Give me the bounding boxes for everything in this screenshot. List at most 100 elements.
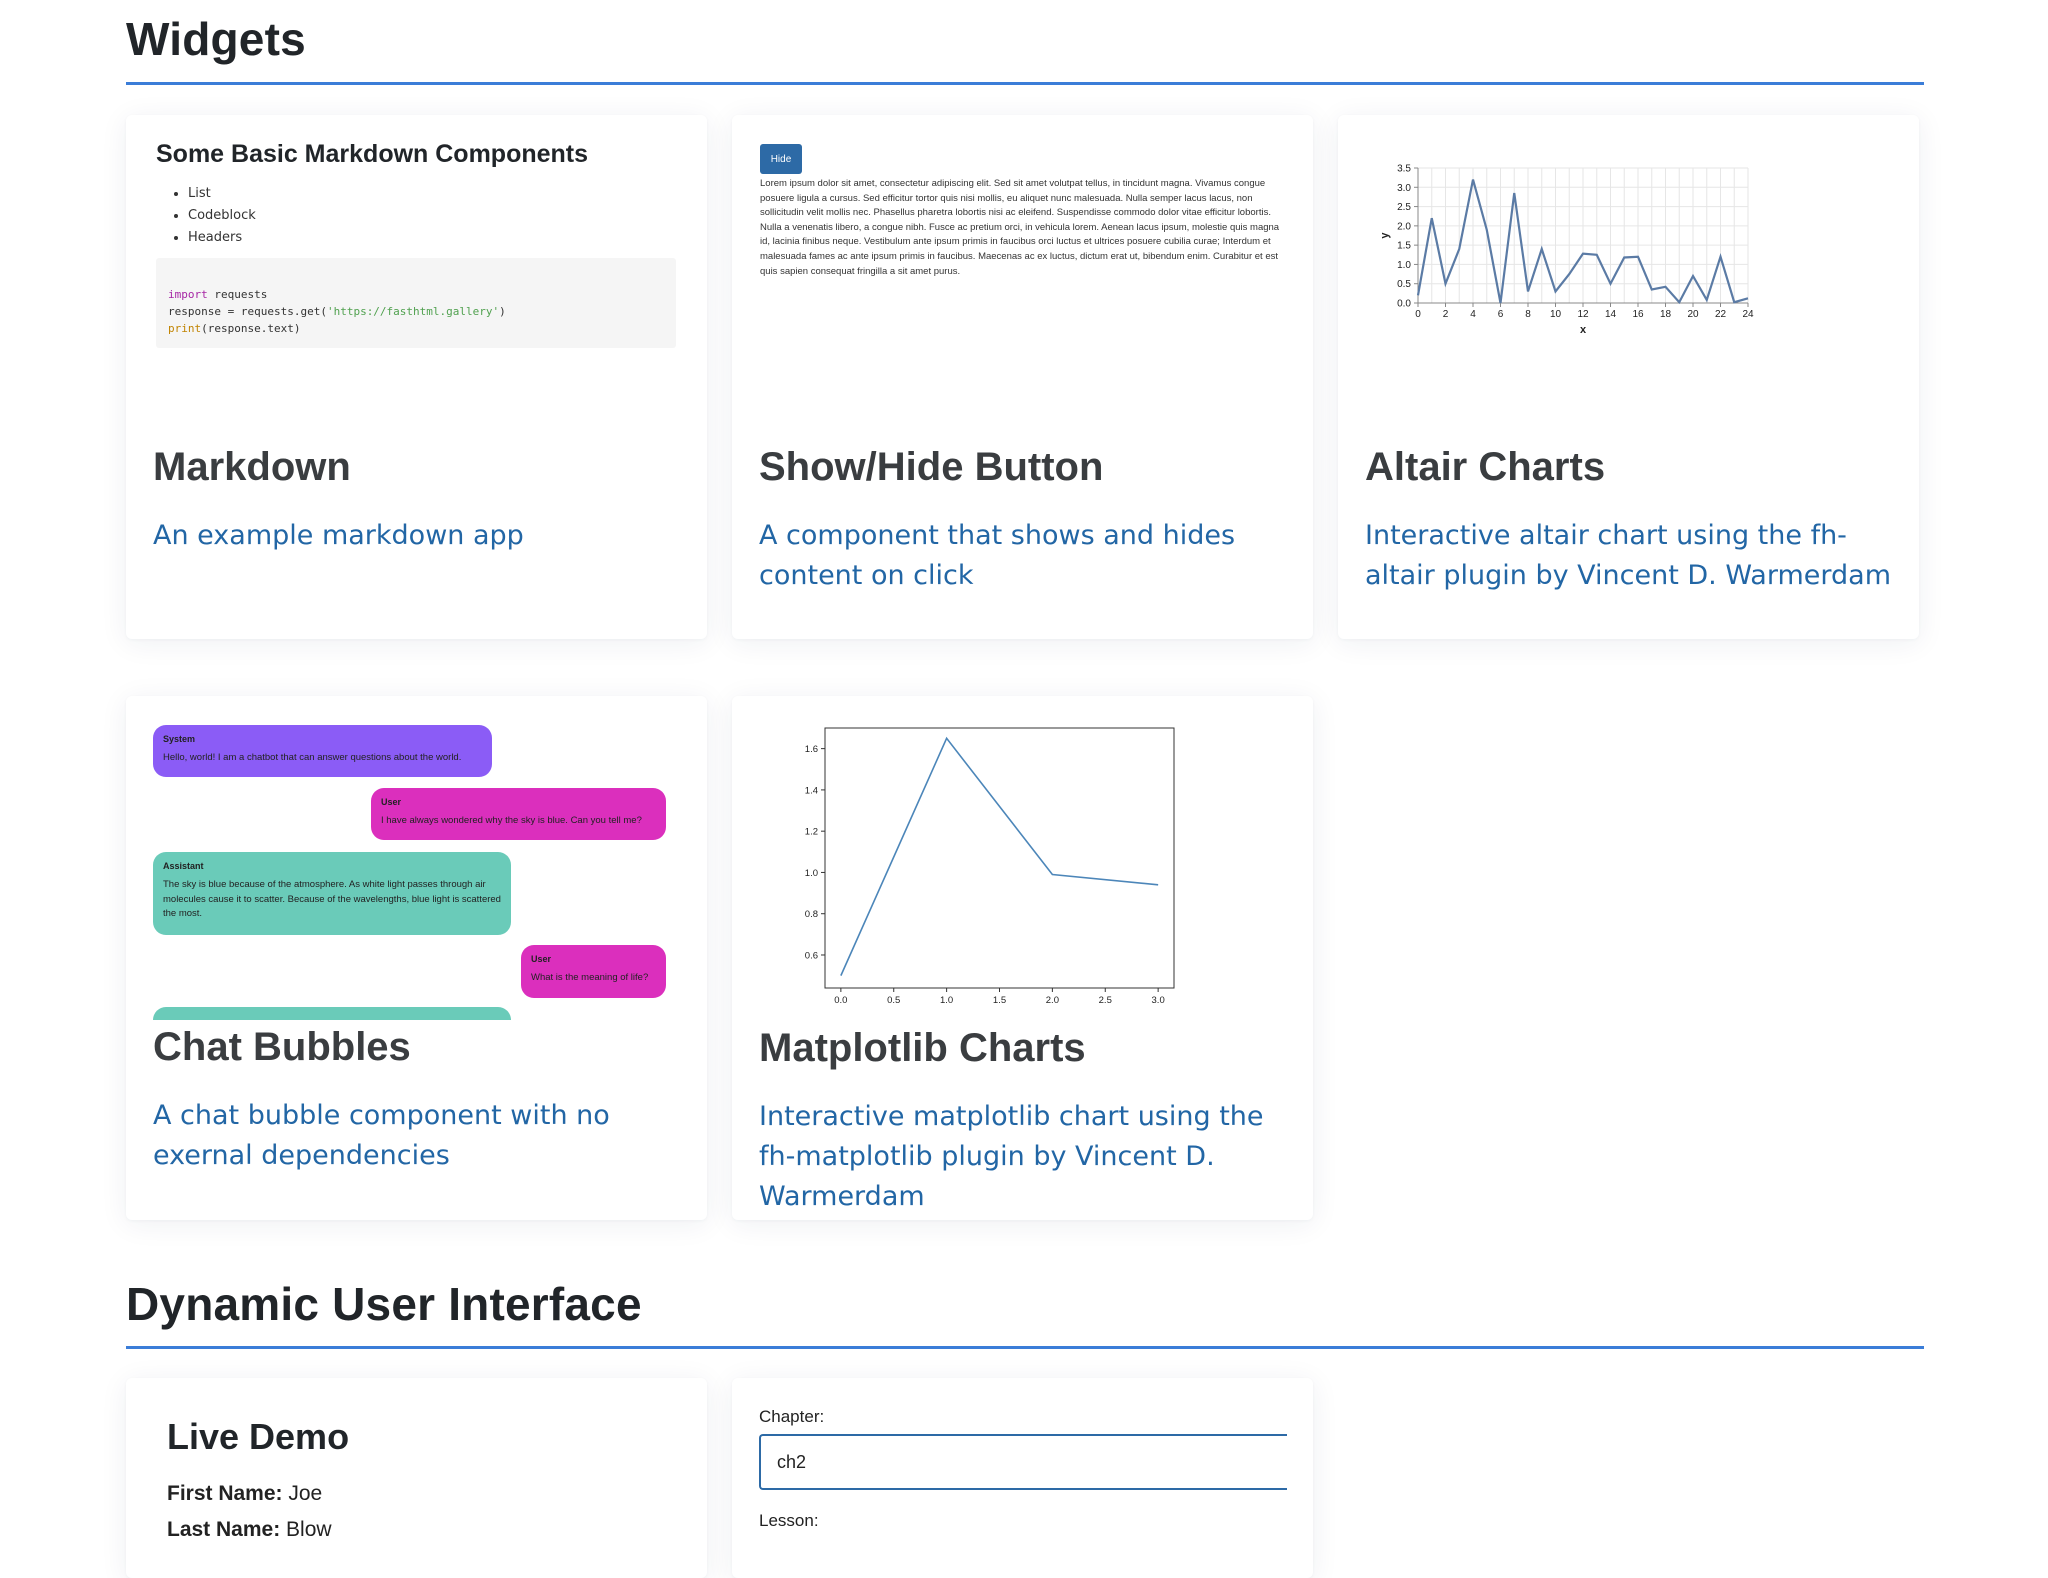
altair-y-tick-label: 3.5 [1397,164,1411,175]
card-live-demo: Live Demo First Name: Joe Last Name: Blo… [126,1378,707,1578]
altair-x-tick-label: 12 [1577,309,1589,320]
matplotlib-y-tick-label: 0.8 [805,909,818,920]
chat-role: User [381,797,402,807]
matplotlib-x-tick-label: 2.0 [1046,995,1059,1006]
last-name-label: Last Name: [167,1518,281,1541]
code-text: (response.text) [201,322,301,335]
last-name-value: Blow [286,1518,332,1541]
altair-x-tick-label: 0 [1415,309,1421,320]
first-name-row: First Name: Joe [167,1482,322,1506]
markdown-preview-heading: Some Basic Markdown Components [156,140,589,168]
markdown-preview-list: List Codeblock Headers [174,183,256,249]
card-title[interactable]: Show/Hide Button [759,445,1103,490]
matplotlib-x-tick-label: 1.0 [940,995,953,1006]
code-text: requests [207,288,268,301]
chat-role: System [163,734,196,744]
hide-button[interactable]: Hide [760,144,802,174]
altair-y-tick-label: 0.0 [1397,299,1411,310]
chat-message: The sky is blue because of the atmospher… [163,879,501,919]
card-description-link[interactable]: An example markdown app [153,516,683,556]
show-hide-preview-image: Hide Lorem ipsum dolor sit amet, consect… [732,115,1313,445]
first-name-value: Joe [288,1482,323,1505]
card-chapter-form: Chapter: Lesson: [732,1378,1313,1578]
chat-message: I have always wondered why the sky is bl… [381,815,642,826]
card-title[interactable]: Altair Charts [1365,445,1605,490]
chat-bubble-user: User What is the meaning of life? [521,945,666,998]
markdown-preview-image: Some Basic Markdown Components List Code… [126,115,707,445]
lesson-label: Lesson: [759,1511,819,1530]
altair-x-tick-label: 10 [1550,309,1562,320]
chat-bubble-system: System Hello, world! I am a chatbot that… [153,725,492,777]
altair-x-tick-label: 24 [1742,309,1754,320]
altair-y-tick-label: 3.0 [1397,183,1411,194]
altair-x-tick-label: 22 [1715,309,1727,320]
altair-x-label: x [1580,324,1587,336]
matplotlib-axes: 0.0 0.5 1.0 1.5 2.0 2.5 3.0 0.6 0.8 1.0 1.2 1.4 1.6 [805,727,1175,1006]
altair-x-tick-label: 6 [1498,309,1504,320]
matplotlib-frame [824,727,1175,989]
markdown-preview-codeblock: import requests response = requests.get(… [156,258,676,348]
chat-bubble-assistant: Assistant The sky is blue because of the… [153,852,511,935]
matplotlib-chart: 0.0 0.5 1.0 1.5 2.0 2.5 3.0 0.6 0.8 1.0 1.2 1.4 1.6 [805,727,1175,1006]
altair-y-tick-label: 2.5 [1397,202,1411,213]
card-altair[interactable]: 0 2 4 6 8 10 12 14 16 18 20 22 24 0.0 0.5 1.0 1.5 2.0 2.5 3… [1338,115,1919,639]
altair-y-tick-label: 1.5 [1397,241,1411,252]
last-name-row: Last Name: Blow [167,1518,332,1542]
chapter-input[interactable] [759,1434,1287,1490]
altair-x-tick-label: 20 [1687,309,1699,320]
matplotlib-y-tick-label: 1.4 [805,785,818,796]
chat-bubble-assistant [153,1007,511,1020]
card-show-hide[interactable]: Hide Lorem ipsum dolor sit amet, consect… [732,115,1313,639]
altair-x-tick-label: 18 [1660,309,1672,320]
first-name-label: First Name: [167,1482,283,1505]
matplotlib-y-tick-label: 1.0 [805,868,818,879]
chapter-label: Chapter: [759,1407,825,1426]
altair-y-tick-label: 2.0 [1397,221,1411,232]
card-title[interactable]: Chat Bubbles [153,1025,411,1070]
card-description-link[interactable]: A chat bubble component with no exernal … [153,1096,683,1176]
altair-y-tick-label: 1.0 [1397,260,1411,271]
lorem-text: Lorem ipsum dolor sit amet, consectetur … [760,178,1280,277]
code-string: 'https://fasthtml.gallery' [326,305,500,318]
card-title[interactable]: Markdown [153,445,351,490]
card-description-link[interactable]: Interactive matplotlib chart using the f… [759,1097,1289,1217]
altair-x-tick-label: 14 [1605,309,1617,320]
card-matplotlib[interactable]: 0.0 0.5 1.0 1.5 2.0 2.5 3.0 0.6 0.8 1.0 1.2 1.4 1.6 … [732,696,1313,1220]
card-description-link[interactable]: Interactive altair chart using the fh-al… [1365,516,1895,596]
card-chat-bubbles[interactable]: System Hello, world! I am a chatbot that… [126,696,707,1220]
altair-grid [1417,167,1749,304]
code-text: ) [499,305,506,318]
altair-x-tick-label: 16 [1632,309,1644,320]
card-description-link[interactable]: A component that shows and hides content… [759,516,1289,596]
altair-x-tick-label: 8 [1525,309,1531,320]
altair-y-label: y [1379,232,1391,239]
matplotlib-preview-image: 0.0 0.5 1.0 1.5 2.0 2.5 3.0 0.6 0.8 1.0 1.2 1.4 1.6 [732,696,1313,1026]
card-markdown[interactable]: Some Basic Markdown Components List Code… [126,115,707,639]
card-title[interactable]: Matplotlib Charts [759,1026,1086,1071]
chat-message: What is the meaning of life? [531,972,649,983]
altair-x-tick-label: 4 [1470,309,1476,320]
code-function: print [168,322,202,335]
matplotlib-x-tick-label: 1.5 [993,995,1006,1006]
chat-message: Hello, world! I am a chatbot that can an… [163,752,462,763]
chat-role: Assistant [163,861,204,871]
chat-role: User [531,954,552,964]
section-title-widgets: Widgets [126,13,306,65]
list-item: List [188,183,256,205]
list-item: Headers [188,227,256,249]
altair-preview-image: 0 2 4 6 8 10 12 14 16 18 20 22 24 0.0 0.5 1.0 1.5 2.0 2.5 3… [1338,115,1919,445]
chat-preview-image: System Hello, world! I am a chatbot that… [126,696,707,1020]
matplotlib-x-tick-label: 2.5 [1099,995,1112,1006]
matplotlib-y-tick-label: 1.6 [805,744,818,755]
section-divider [126,1346,1924,1349]
matplotlib-x-tick-label: 0.5 [887,995,900,1006]
section-title-dynamic-ui: Dynamic User Interface [126,1278,642,1330]
code-text: response = requests.get( [168,305,327,318]
altair-y-tick-label: 0.5 [1397,279,1411,290]
altair-chart: 0 2 4 6 8 10 12 14 16 18 20 22 240.00.51.01.52.02.53… [1379,164,1754,337]
altair-x-tick-label: 2 [1443,309,1449,320]
chat-bubble-user: User I have always wondered why the sky … [371,788,666,840]
live-demo-title: Live Demo [167,1416,350,1457]
list-item: Codeblock [188,205,256,227]
matplotlib-y-tick-label: 1.2 [805,827,818,838]
